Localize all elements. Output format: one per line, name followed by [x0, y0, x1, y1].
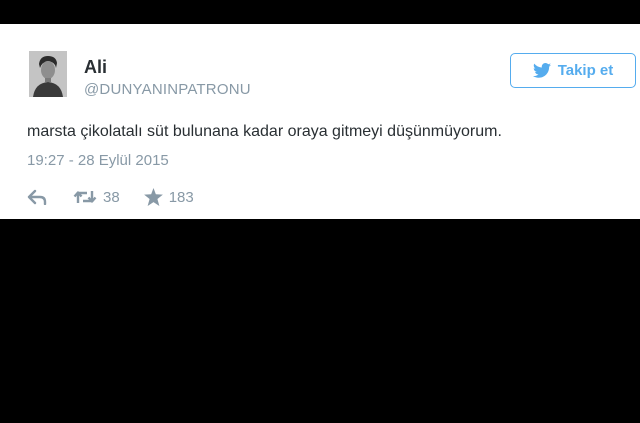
display-name[interactable]: Ali [84, 57, 107, 77]
follow-button[interactable]: Takip et [510, 53, 636, 88]
star-icon [143, 188, 163, 206]
follow-button-label: Takip et [557, 62, 614, 79]
timestamp[interactable]: 19:27 - 28 Eylül 2015 [27, 152, 169, 170]
screen-name[interactable]: @DUNYANINPATRONU [84, 81, 251, 99]
retweet-count: 38 [103, 188, 120, 206]
favorite-button[interactable]: 183 [143, 188, 194, 206]
avatar[interactable] [29, 51, 67, 97]
reply-button[interactable] [27, 189, 47, 205]
retweet-icon [73, 191, 97, 203]
twitter-bird-icon [532, 63, 551, 78]
tweet-actions: 38 183 [27, 187, 194, 207]
tweet-card: Ali @DUNYANINPATRONU Takip et marsta çik… [0, 24, 640, 219]
avatar-image [29, 51, 67, 97]
favorite-count: 183 [168, 188, 194, 206]
reply-icon [27, 189, 47, 205]
retweet-button[interactable]: 38 [73, 189, 120, 206]
tweet-text: marsta çikolatalı süt bulunana kadar ora… [27, 123, 502, 140]
